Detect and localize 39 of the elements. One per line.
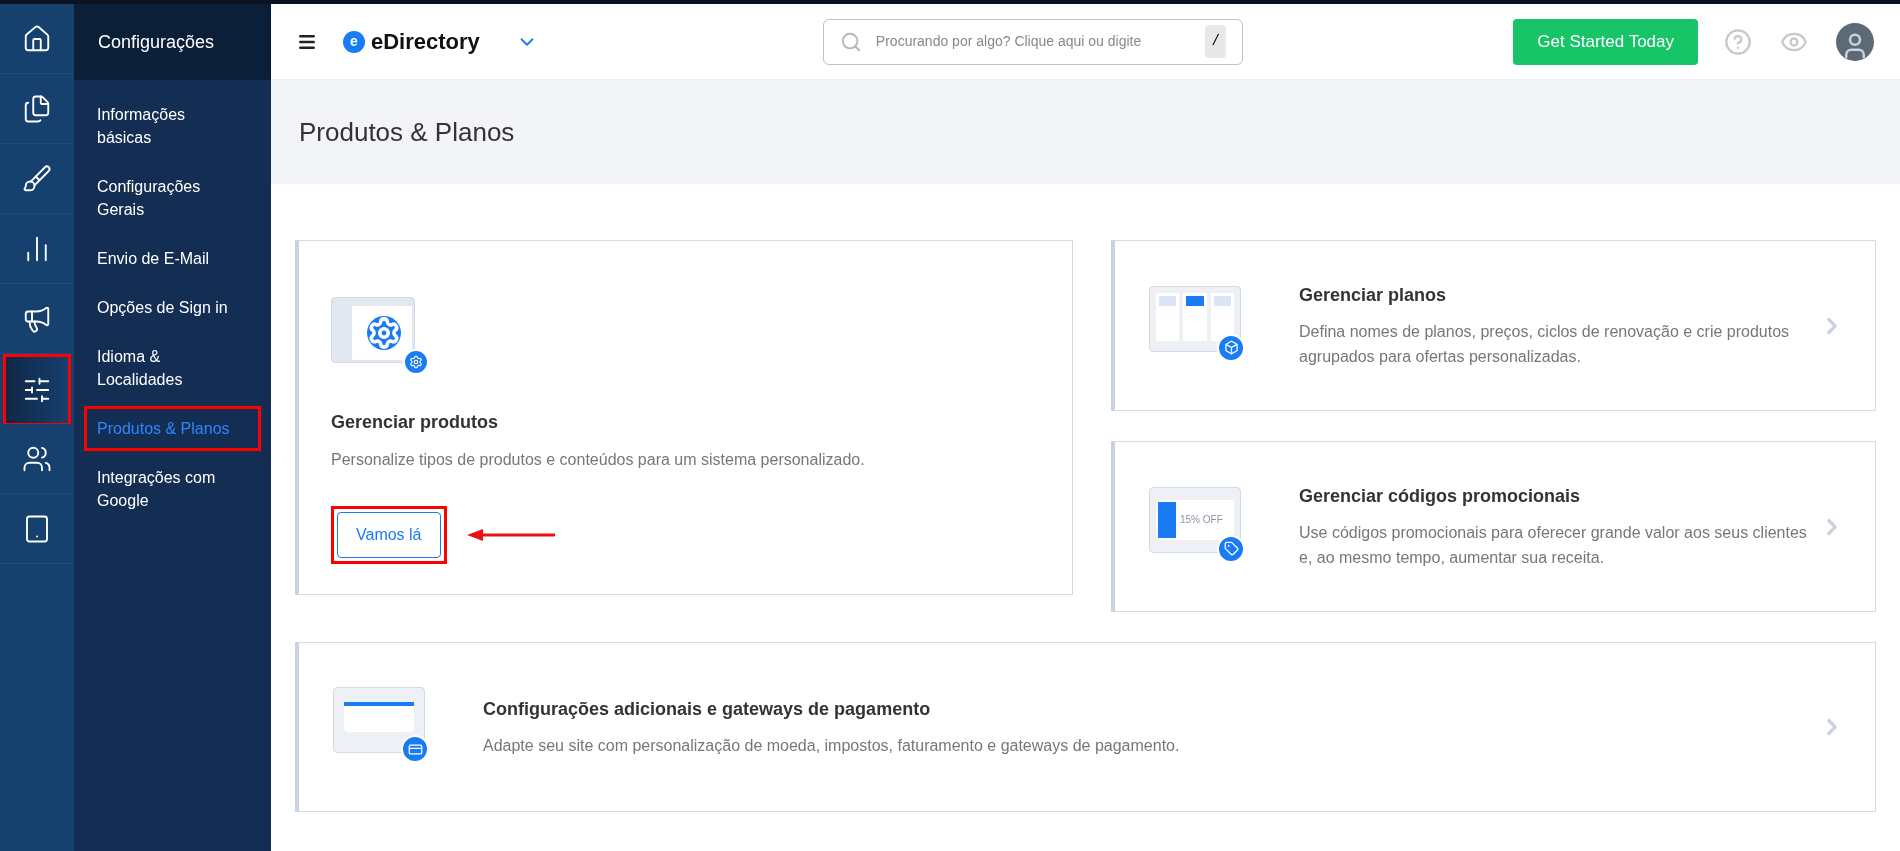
avatar[interactable]	[1836, 22, 1874, 61]
card-background[interactable]: Configurações adicionais e gateways de pagamento Adapte seu site com personalização de moeda, impostos, faturamento e gateways de pagamento.	[295, 642, 1876, 812]
price-header-block	[1213, 295, 1231, 306]
price-header-block	[1159, 295, 1177, 306]
card-title: Gerenciar códigos promocionais	[1299, 485, 1582, 508]
card-background[interactable]: 15% OFF Gerenciar códigos promocionais Use códigos promocionais para oferecer grande valor aos seus clientes e, ao mesmo tempo, aumentar sua receita.	[1111, 441, 1876, 612]
discount-label: 15% OFF	[1180, 513, 1223, 527]
submenu-item[interactable]: Produtos & Planos	[84, 406, 261, 451]
rail-item[interactable]	[3, 354, 71, 424]
documents-icon	[22, 93, 52, 124]
submenu-title: Configurações	[98, 30, 215, 54]
card-icon	[401, 735, 429, 763]
submenu-item[interactable]: Configurações Gerais	[84, 164, 261, 232]
card-title: Gerenciar produtos	[331, 411, 500, 434]
submenu-item[interactable]: Envio de E-Mail	[84, 236, 261, 281]
submenu-item[interactable]: Opções de Sign in	[84, 285, 261, 330]
card-title: Configurações adicionais e gateways de pagamento	[483, 698, 932, 721]
search-field[interactable]: Procurando por algo? Clique aqui ou digite /	[822, 18, 1243, 65]
brush-icon	[22, 163, 52, 194]
sliders-icon	[22, 375, 52, 405]
card-background[interactable]: Gerenciar planos Defina nomes de planos, preços, ciclos de renovação e crie produtos agrupados para ofertas personalizadas.	[1111, 240, 1876, 411]
logo-mark: e	[343, 30, 365, 53]
lets-go-button[interactable]: Vamos lá	[337, 512, 441, 558]
search-icon	[839, 30, 862, 53]
home-icon	[22, 23, 52, 54]
shortcut-key: /	[1205, 25, 1226, 58]
submenu-item[interactable]: Idioma & Localidades	[84, 334, 261, 402]
card-description: Defina nomes de planos, preços, ciclos de renovação e crie produtos agrupados para ofertas personalizadas.	[1299, 322, 1791, 367]
card-title: Gerenciar planos	[1299, 284, 1448, 307]
card-description: Adapte seu site com personalização de moeda, impostos, faturamento e gateways de pagamento.	[483, 736, 1181, 756]
card-description: Use códigos promocionais para oferecer grande valor aos seus clientes e, ao mesmo tempo, aumentar sua receita.	[1299, 523, 1808, 568]
coupon-block	[1158, 501, 1176, 538]
page-title: Produtos & Planos	[299, 115, 515, 149]
search-input[interactable]: Procurando por algo? Clique aqui ou digite	[875, 31, 1192, 52]
submenu-item[interactable]: Informações básicas	[84, 92, 261, 160]
submenu-item[interactable]: Integrações com Google	[84, 455, 261, 523]
price-header-block	[1186, 295, 1204, 306]
brand-name: eDirectory	[371, 28, 480, 56]
card-description: Personalize tipos de produtos e conteúdos para um sistema personalizado.	[331, 450, 866, 470]
